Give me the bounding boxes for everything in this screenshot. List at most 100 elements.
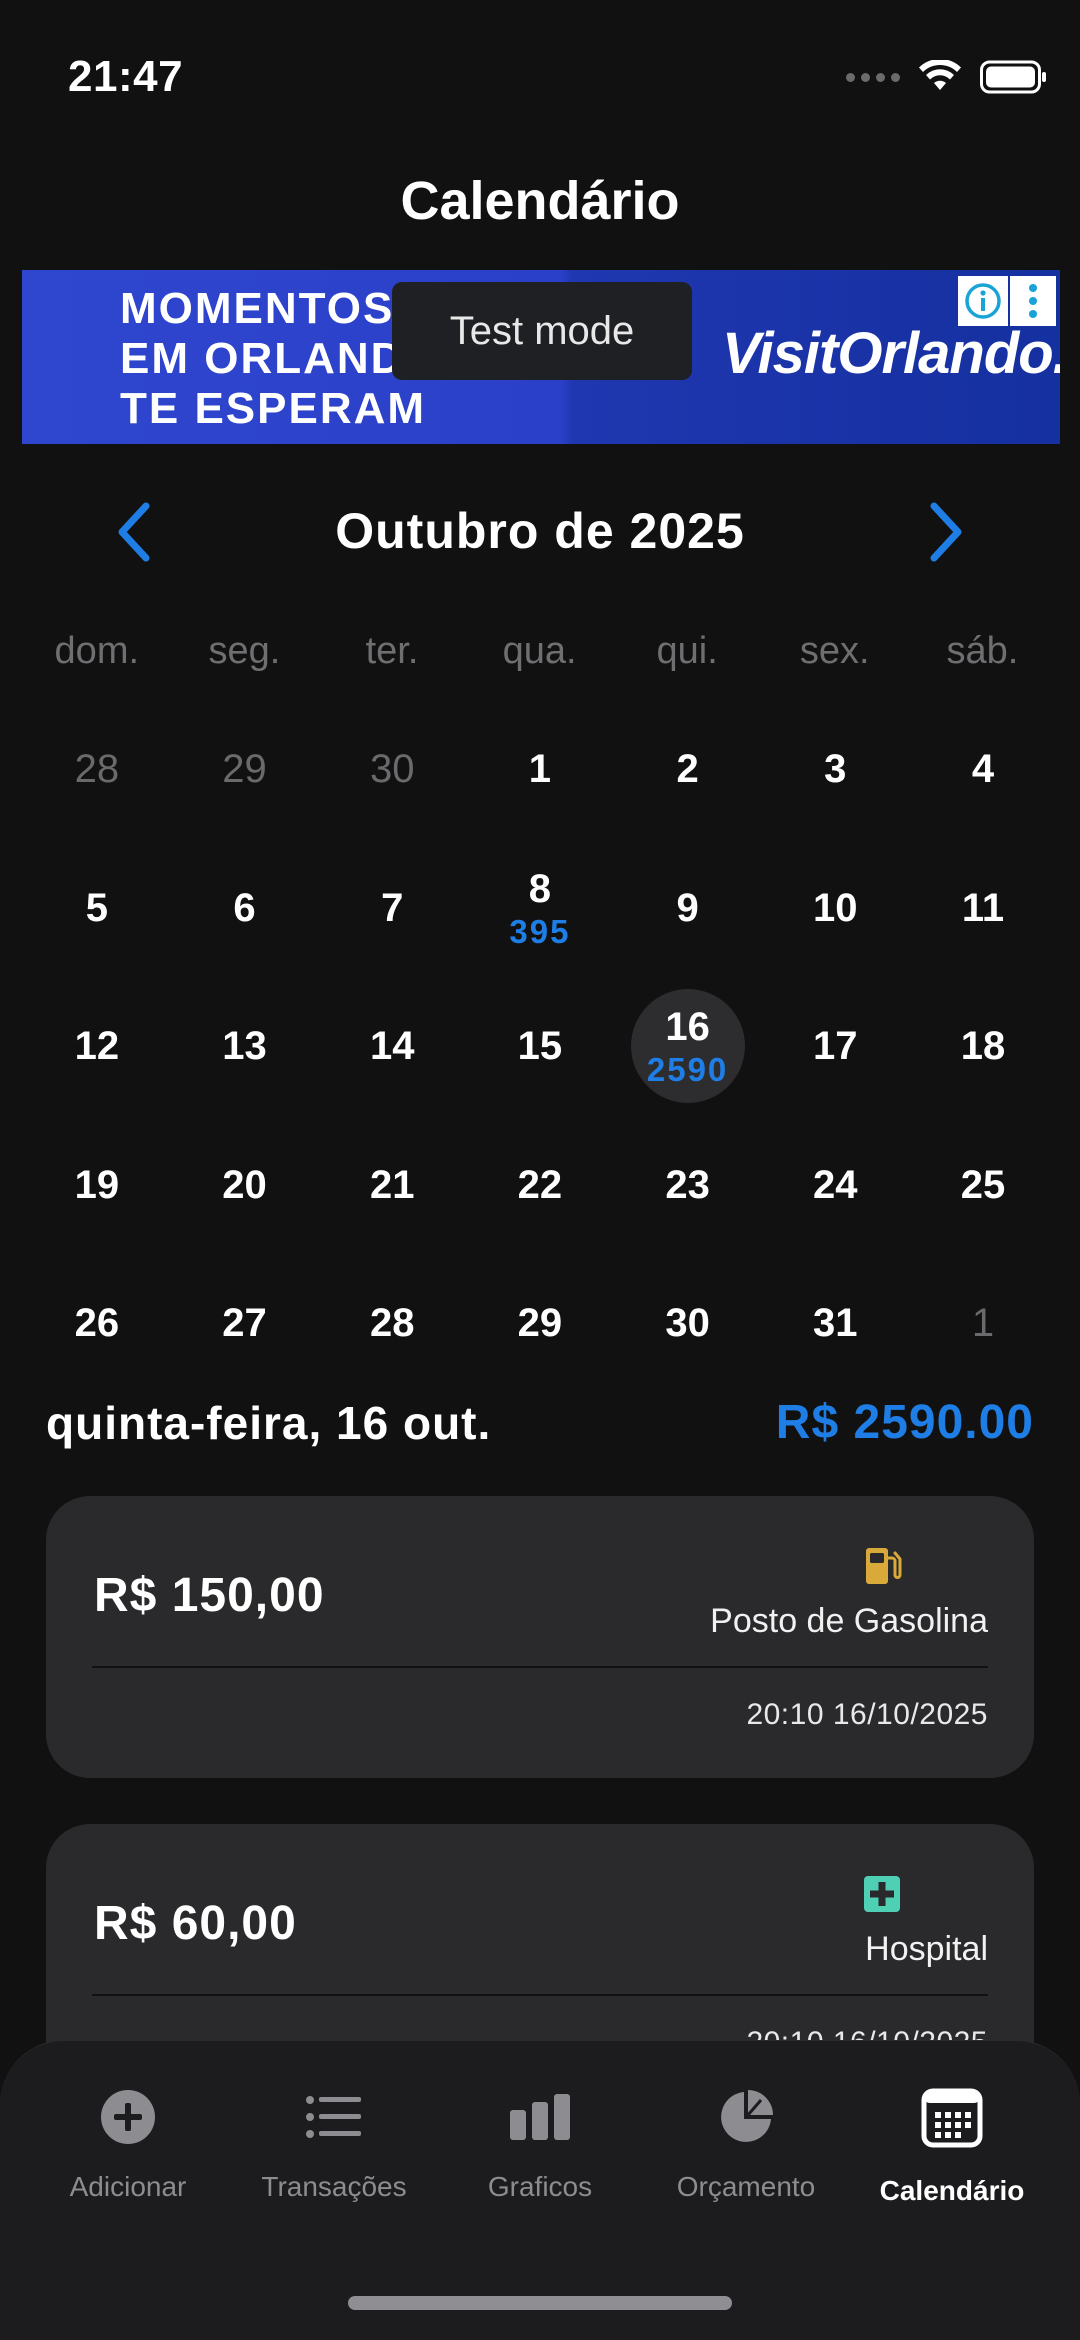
calendar-day-number: 27	[222, 1301, 267, 1346]
calendar-day[interactable]: 8 395	[466, 839, 614, 978]
weekday-label: dom.	[54, 630, 140, 672]
weekday-label: sáb.	[946, 630, 1019, 672]
status-icons	[846, 60, 1048, 94]
calendar-day[interactable]: 27	[171, 1254, 319, 1393]
calendar-day-number: 14	[369, 1024, 415, 1069]
calendar-day-number: 2	[676, 747, 699, 792]
calendar-day[interactable]: 4	[909, 700, 1057, 839]
month-navigation: Outubro de 2025	[0, 490, 1080, 574]
bar-chart-icon	[508, 2085, 572, 2149]
tab-label: Transações	[261, 2171, 407, 2202]
ad-test-mode-badge: Test mode	[392, 282, 692, 380]
calendar-day[interactable]: 31	[761, 1254, 909, 1393]
calendar-day[interactable]: 15	[466, 977, 614, 1116]
calendar-day-number: 20	[222, 1162, 267, 1207]
calendar-day[interactable]: 14	[318, 977, 466, 1116]
transaction-amount: R$ 150,00	[94, 1569, 325, 1622]
calendar-day-selected[interactable]: 16 2590	[614, 977, 762, 1116]
calendar-day-amount: 395	[509, 912, 571, 950]
calendar-day[interactable]: 13	[171, 977, 319, 1116]
calendar-day[interactable]: 19	[23, 1116, 171, 1255]
calendar-day-number: 26	[74, 1301, 120, 1346]
calendar-day[interactable]: 22	[466, 1116, 614, 1255]
calendar-day-number: 29	[517, 1301, 563, 1346]
card-divider	[92, 1994, 988, 1996]
calendar-day[interactable]: 30	[614, 1254, 762, 1393]
tab-label: Orçamento	[676, 2171, 816, 2202]
calendar-day-number: 21	[369, 1162, 415, 1207]
list-icon	[302, 2085, 366, 2149]
chevron-right-icon[interactable]	[920, 500, 970, 564]
weekday-label: qui.	[656, 630, 718, 672]
calendar-day[interactable]: 23	[614, 1116, 762, 1255]
calendar-day[interactable]: 1	[466, 700, 614, 839]
calendar-day-number: 9	[676, 885, 699, 930]
calendar-day-number: 30	[665, 1301, 710, 1346]
selected-day-summary: quinta-feira, 16 out. R$ 2590.00	[46, 1395, 1034, 1450]
more-vertical-icon[interactable]	[1010, 276, 1056, 326]
tab-calendario[interactable]: Calendário	[849, 2085, 1055, 2207]
month-title: Outubro de 2025	[335, 503, 745, 559]
weekday-label: ter.	[365, 630, 419, 672]
transaction-amount: R$ 60,00	[94, 1897, 297, 1950]
calendar-day-number: 7	[381, 885, 404, 930]
tab-label: Adicionar	[69, 2171, 187, 2202]
weekday-label: qua.	[502, 630, 577, 672]
tab-graficos[interactable]: Graficos	[437, 2085, 643, 2207]
calendar-day[interactable]: 11	[909, 839, 1057, 978]
page-title: Calendário	[400, 171, 680, 231]
info-icon[interactable]	[958, 276, 1008, 326]
calendar-day-number: 10	[813, 885, 858, 930]
ad-banner[interactable]: MOMENTOS EM ORLANDO TE ESPERAM VisitOrla…	[22, 270, 1060, 444]
calendar-day[interactable]: 28	[318, 1254, 466, 1393]
calendar-day-number: 31	[813, 1301, 858, 1346]
weekday-label: sex.	[799, 630, 870, 672]
tab-adicionar[interactable]: Adicionar	[25, 2085, 231, 2207]
calendar-day[interactable]: 29	[466, 1254, 614, 1393]
ad-brand-logo: VisitOrlando.	[722, 321, 1060, 386]
calendar-day[interactable]: 30	[318, 700, 466, 839]
calendar-day-number: 15	[517, 1024, 563, 1069]
calendar-day[interactable]: 3	[761, 700, 909, 839]
calendar-day[interactable]: 18	[909, 977, 1057, 1116]
status-time: 21:47	[68, 52, 184, 101]
calendar-day-number: 29	[222, 747, 267, 792]
calendar-day[interactable]: 25	[909, 1116, 1057, 1255]
calendar-day[interactable]: 17	[761, 977, 909, 1116]
calendar-icon	[920, 2085, 984, 2149]
calendar-day[interactable]: 21	[318, 1116, 466, 1255]
calendar-day[interactable]: 2	[614, 700, 762, 839]
calendar-day[interactable]: 28	[23, 700, 171, 839]
calendar-grid: 28 29 30 1 2 3 4 5 6 7 8 395 9 10 11 12 13 14 15 16 2590 17 18…	[23, 700, 1057, 1393]
calendar-day[interactable]: 5	[23, 839, 171, 978]
calendar-day[interactable]: 1	[909, 1254, 1057, 1393]
card-divider	[92, 1666, 988, 1668]
calendar-day[interactable]: 20	[171, 1116, 319, 1255]
transaction-datetime: 20:10 16/10/2025	[746, 1698, 988, 1731]
calendar-day[interactable]: 7	[318, 839, 466, 978]
transaction-card[interactable]: R$ 150,00 Posto de Gasolina 20:10 16/10/…	[46, 1496, 1034, 1778]
pie-chart-icon	[714, 2085, 778, 2149]
calendar-day-number: 17	[813, 1024, 858, 1069]
selected-day-total: R$ 2590.00	[775, 1396, 1034, 1449]
calendar-day[interactable]: 24	[761, 1116, 909, 1255]
calendar-day[interactable]: 12	[23, 977, 171, 1116]
tab-label: Calendário	[879, 2175, 1025, 2206]
calendar-day[interactable]: 26	[23, 1254, 171, 1393]
bottom-tab-bar: Adicionar Transações Graficos Orçamento …	[0, 2040, 1080, 2340]
calendar-day[interactable]: 6	[171, 839, 319, 978]
calendar-day[interactable]: 9	[614, 839, 762, 978]
calendar-week-row: 19 20 21 22 23 24 25	[23, 1116, 1057, 1255]
calendar-day[interactable]: 29	[171, 700, 319, 839]
calendar-day[interactable]: 10	[761, 839, 909, 978]
calendar-day-number: 13	[222, 1024, 267, 1069]
calendar-day-number: 6	[233, 885, 256, 930]
tab-transacoes[interactable]: Transações	[231, 2085, 437, 2207]
calendar-week-row: 5 6 7 8 395 9 10 11	[23, 839, 1057, 978]
transaction-category: Posto de Gasolina	[710, 1602, 988, 1640]
tab-orcamento[interactable]: Orçamento	[643, 2085, 849, 2207]
add-circle-icon	[96, 2085, 160, 2149]
gas-pump-icon	[866, 1548, 902, 1584]
weekday-label: seg.	[208, 630, 281, 672]
medical-cross-icon	[864, 1876, 900, 1912]
